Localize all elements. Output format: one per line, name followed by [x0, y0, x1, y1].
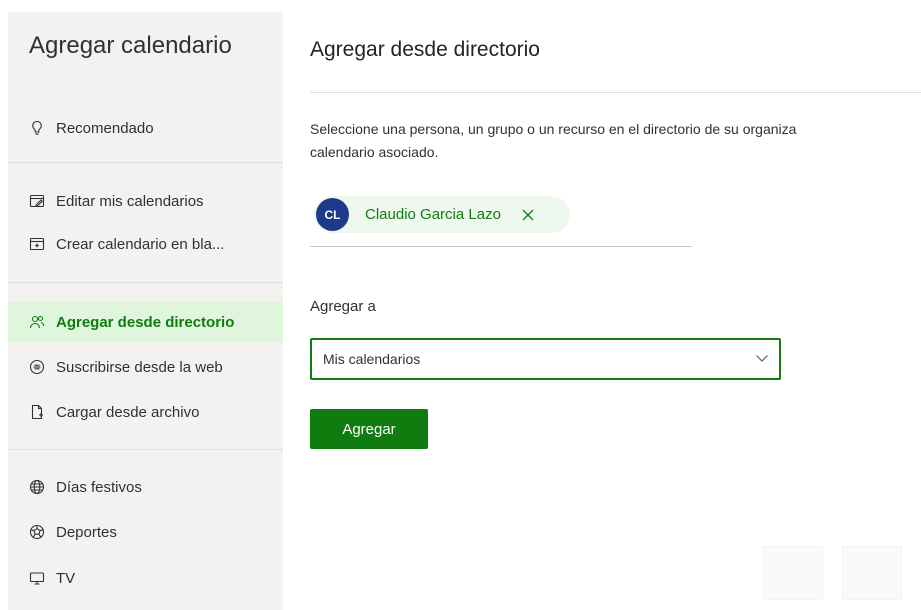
person-name: Claudio Garcia Lazo — [365, 206, 501, 223]
description-line: calendario asociado. — [310, 144, 439, 160]
sidebar-item-label: Recomendado — [56, 119, 154, 137]
web-link-icon — [29, 359, 45, 375]
people-directory-icon — [29, 314, 45, 330]
sidebar-item-crear-calendario[interactable]: Crear calendario en bla... — [8, 224, 283, 264]
sidebar-item-recomendado[interactable]: Recomendado — [8, 108, 283, 148]
description-line: Seleccione una persona, un grupo o un re… — [310, 121, 797, 137]
sidebar-item-label: Días festivos — [56, 478, 142, 496]
sidebar-item-editar-calendarios[interactable]: Editar mis calendarios — [8, 181, 283, 221]
faded-control — [842, 546, 902, 600]
sidebar-item-label: Crear calendario en bla... — [56, 235, 225, 253]
add-button[interactable]: Agregar — [310, 409, 428, 449]
divider — [310, 92, 921, 93]
sidebar-item-label: Agregar desde directorio — [56, 313, 235, 331]
sidebar: Agregar calendario Recomendado Editar mi… — [8, 12, 283, 610]
sidebar-item-deportes[interactable]: Deportes — [8, 512, 283, 552]
sidebar-item-label: Editar mis calendarios — [56, 192, 204, 210]
description: Seleccione una persona, un grupo o un re… — [310, 118, 921, 164]
page-title: Agregar desde directorio — [310, 38, 540, 61]
file-upload-icon — [29, 404, 45, 420]
sidebar-item-label: Cargar desde archivo — [56, 403, 200, 421]
people-picker-input[interactable] — [310, 246, 692, 247]
selected-person-chip[interactable]: CL Claudio Garcia Lazo — [314, 196, 570, 233]
faded-control — [763, 546, 823, 600]
calendar-select[interactable]: Mis calendarios — [310, 338, 781, 380]
divider — [8, 282, 283, 283]
sidebar-item-suscribirse-web[interactable]: Suscribirse desde la web — [8, 347, 283, 387]
edit-calendar-icon — [29, 193, 45, 209]
tv-icon — [29, 570, 45, 586]
avatar: CL — [316, 198, 349, 231]
add-to-label: Agregar a — [310, 298, 376, 315]
new-calendar-icon — [29, 236, 45, 252]
main-panel: Agregar desde directorio Seleccione una … — [310, 0, 921, 610]
sports-ball-icon — [29, 524, 45, 540]
sidebar-item-label: Suscribirse desde la web — [56, 358, 223, 376]
sidebar-title: Agregar calendario — [29, 32, 232, 59]
divider — [8, 162, 283, 163]
sidebar-item-dias-festivos[interactable]: Días festivos — [8, 467, 283, 507]
close-icon[interactable] — [521, 208, 535, 222]
chevron-down-icon — [755, 351, 769, 365]
sidebar-item-cargar-archivo[interactable]: Cargar desde archivo — [8, 392, 283, 432]
sidebar-item-agregar-desde-directorio[interactable]: Agregar desde directorio — [8, 302, 283, 342]
calendar-select-value: Mis calendarios — [323, 351, 421, 367]
sidebar-item-label: TV — [56, 569, 76, 587]
divider — [8, 449, 283, 450]
lightbulb-icon — [29, 120, 45, 136]
sidebar-item-tv[interactable]: TV — [8, 558, 283, 598]
sidebar-item-label: Deportes — [56, 523, 117, 541]
globe-icon — [29, 479, 45, 495]
